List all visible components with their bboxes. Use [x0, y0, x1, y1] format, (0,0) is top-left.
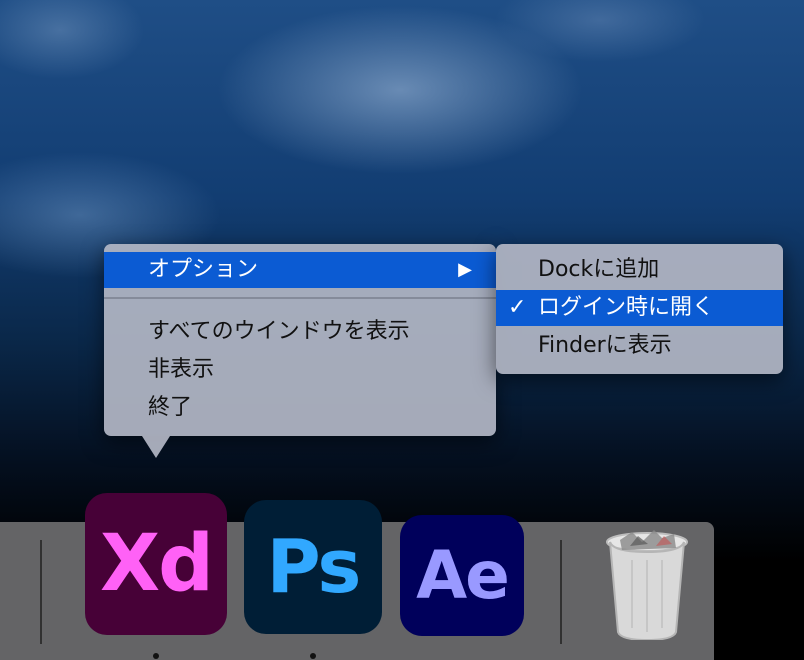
- options-submenu: Dockに追加 ✓ ログイン時に開く Finderに表示: [496, 244, 783, 374]
- submenu-item-add-to-dock[interactable]: Dockに追加: [496, 252, 783, 288]
- menu-item-label: Finderに表示: [538, 333, 672, 358]
- submenu-arrow-icon: ▶: [458, 259, 472, 280]
- menu-item-quit[interactable]: 終了: [104, 390, 496, 426]
- app-icon-label: Ae: [416, 537, 510, 614]
- menu-item-label: Dockに追加: [538, 257, 660, 282]
- menu-item-hide[interactable]: 非表示: [104, 352, 496, 388]
- dock-divider: [560, 540, 562, 644]
- menu-item-label: 終了: [148, 395, 193, 420]
- running-indicator: [153, 653, 159, 659]
- menu-item-label: オプション: [148, 257, 259, 282]
- dock-divider: [40, 540, 42, 644]
- menu-item-options[interactable]: オプション ▶: [104, 252, 496, 288]
- dock-context-menu: オプション ▶ すべてのウインドウを表示 非表示 終了: [104, 244, 496, 436]
- adobe-after-effects-icon[interactable]: Ae: [400, 515, 524, 636]
- menu-item-show-all-windows[interactable]: すべてのウインドウを表示: [104, 314, 496, 350]
- menu-item-label: すべてのウインドウを表示: [148, 319, 410, 344]
- adobe-photoshop-icon[interactable]: Ps: [244, 500, 382, 634]
- checkmark-icon: ✓: [508, 295, 527, 320]
- submenu-item-open-at-login[interactable]: ✓ ログイン時に開く: [496, 290, 783, 326]
- app-icon-label: Xd: [100, 519, 214, 609]
- adobe-xd-icon[interactable]: Xd: [85, 493, 227, 635]
- menu-separator: [104, 297, 496, 299]
- menu-pointer: [142, 436, 170, 458]
- trash-icon[interactable]: [602, 528, 692, 640]
- menu-item-label: 非表示: [148, 357, 215, 382]
- menu-item-label: ログイン時に開く: [538, 295, 715, 320]
- app-icon-label: Ps: [266, 524, 362, 610]
- submenu-item-show-in-finder[interactable]: Finderに表示: [496, 328, 783, 364]
- running-indicator: [310, 653, 316, 659]
